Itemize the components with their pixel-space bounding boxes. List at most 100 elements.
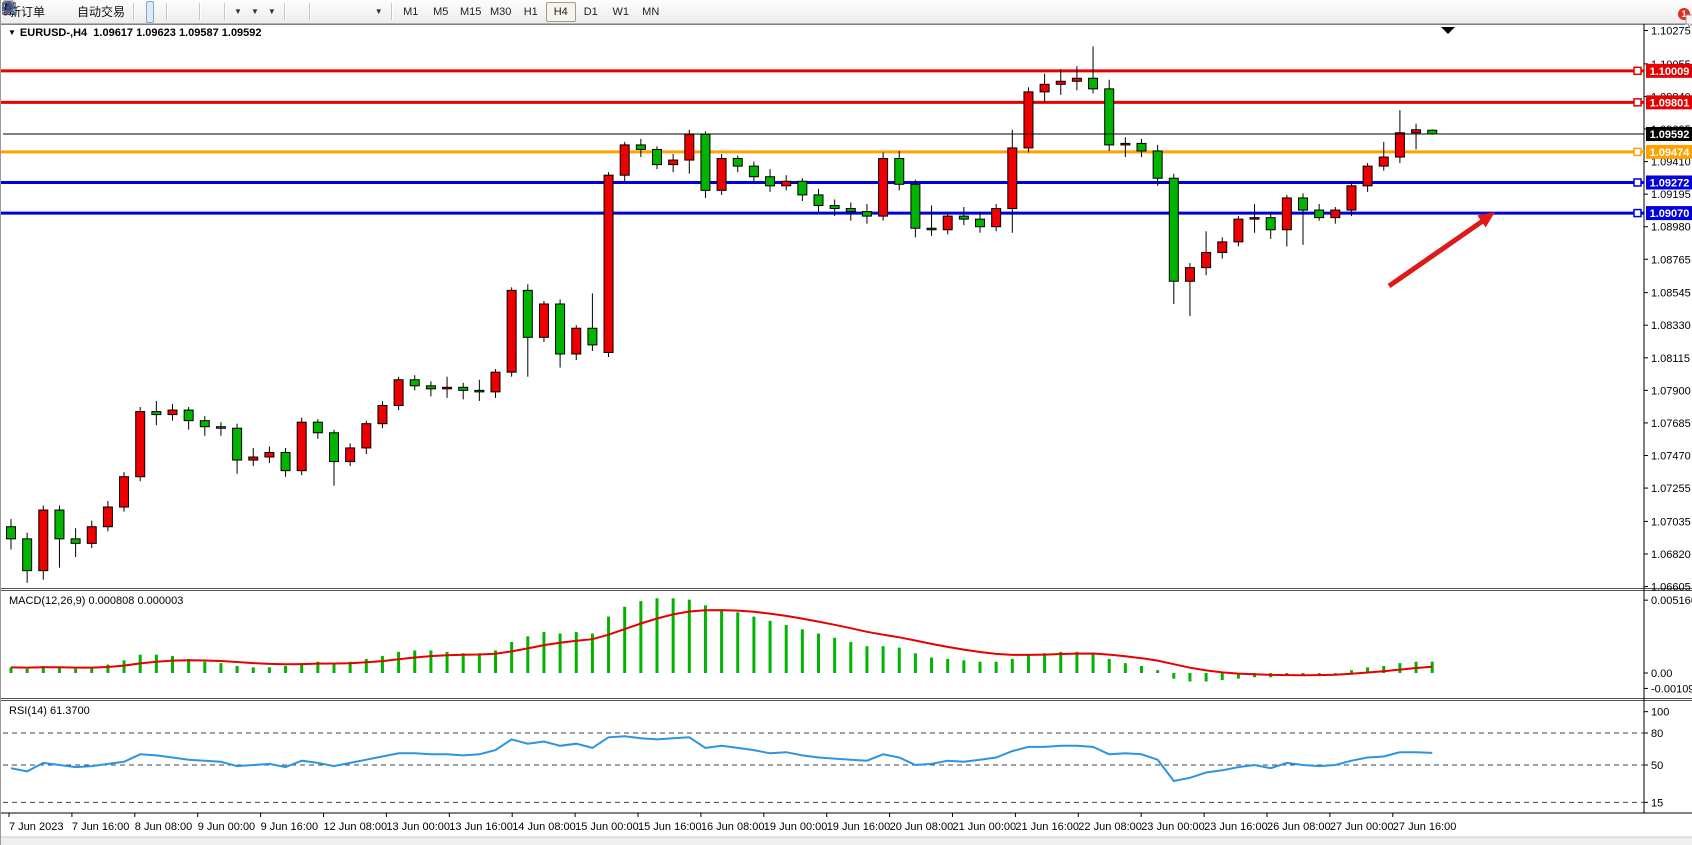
auto-trading-button[interactable]: 自动交易	[73, 1, 129, 23]
chevron-down-icon: ▼	[251, 7, 259, 16]
svg-text:1.09801: 1.09801	[1650, 97, 1690, 109]
gold-bar-button[interactable]	[49, 1, 57, 23]
svg-text:1.10009: 1.10009	[1650, 66, 1690, 78]
svg-text:0.005166: 0.005166	[1651, 595, 1692, 607]
ohlc-high: 1.09623	[136, 27, 176, 39]
zoom-out-button[interactable]	[179, 1, 187, 23]
svg-text:1.06605: 1.06605	[1651, 582, 1691, 594]
candlestick-mode-button[interactable]	[146, 1, 154, 23]
svg-text:80: 80	[1651, 728, 1663, 740]
rsi-indicator-label: RSI(14) 61.3700	[9, 705, 90, 717]
chart-window-button[interactable]	[57, 1, 65, 23]
svg-text:0.00: 0.00	[1651, 668, 1672, 680]
indicators-button[interactable]: ▼	[229, 1, 246, 23]
tile-windows-button[interactable]	[187, 1, 195, 23]
svg-text:16 Jun 08:00: 16 Jun 08:00	[701, 821, 765, 833]
text-label-tool-button[interactable]: T	[362, 1, 370, 23]
timeframe-button-M5[interactable]: M5	[426, 2, 456, 22]
symbol-period: EURUSD-,H4	[20, 27, 87, 39]
crosshair-tool-button[interactable]	[297, 1, 305, 23]
svg-text:50: 50	[1651, 760, 1663, 772]
channel-tool-button[interactable]: E	[338, 1, 346, 23]
toolbar-separator	[224, 3, 225, 20]
svg-text:1.09592: 1.09592	[1650, 129, 1690, 141]
toolbar-separator	[166, 3, 167, 20]
toolbar-separator	[284, 3, 285, 20]
chart-canvas[interactable]: 1.102751.100551.098401.096251.094101.091…	[1, 0, 1692, 845]
ohlc-low: 1.09587	[179, 27, 219, 39]
svg-text:13 Jun 00:00: 13 Jun 00:00	[386, 821, 450, 833]
svg-text:1.09195: 1.09195	[1651, 189, 1691, 201]
timeframe-button-M30[interactable]: M30	[486, 2, 516, 22]
toolbar-separator	[309, 3, 310, 20]
templates-button[interactable]: ▼	[263, 1, 280, 23]
svg-text:1.09474: 1.09474	[1650, 147, 1691, 159]
timeframe-button-H4[interactable]: H4	[546, 2, 576, 22]
chart-title: ▼EURUSD-,H4 1.09617 1.09623 1.09587 1.09…	[8, 27, 262, 39]
svg-text:1.07470: 1.07470	[1651, 451, 1691, 463]
timeframe-button-MN[interactable]: MN	[636, 2, 666, 22]
svg-text:13 Jun 16:00: 13 Jun 16:00	[449, 821, 513, 833]
svg-text:15 Jun 00:00: 15 Jun 00:00	[575, 821, 639, 833]
svg-text:1.07900: 1.07900	[1651, 385, 1691, 397]
vertical-line-tool-button[interactable]	[314, 1, 322, 23]
svg-text:1.09272: 1.09272	[1650, 177, 1690, 189]
svg-text:9 Jun 00:00: 9 Jun 00:00	[198, 821, 256, 833]
chart-shift-button[interactable]	[212, 1, 220, 23]
timeframe-button-D1[interactable]: D1	[576, 2, 606, 22]
rsi-name: RSI(14)	[9, 705, 47, 717]
signal-button[interactable]	[65, 1, 73, 23]
timeframe-button-M1[interactable]: M1	[396, 2, 426, 22]
toolbar-separator	[133, 3, 134, 20]
svg-text:19 Jun 16:00: 19 Jun 16:00	[827, 821, 891, 833]
svg-text:15: 15	[1651, 797, 1663, 809]
macd-name: MACD(12,26,9)	[9, 595, 85, 607]
chevron-down-icon: ▼	[375, 7, 383, 16]
zoom-in-button[interactable]	[171, 1, 179, 23]
svg-text:21 Jun 16:00: 21 Jun 16:00	[1015, 821, 1079, 833]
auto-trading-label: 自动交易	[77, 3, 125, 20]
periods-button[interactable]: ▼	[246, 1, 263, 23]
svg-text:19 Jun 00:00: 19 Jun 00:00	[764, 821, 828, 833]
svg-text:22 Jun 08:00: 22 Jun 08:00	[1078, 821, 1142, 833]
timeframe-group: M1M5M15M30H1H4D1W1MN	[396, 2, 666, 22]
horizontal-line-tool-button[interactable]	[322, 1, 330, 23]
svg-text:1.08980: 1.08980	[1651, 222, 1691, 234]
svg-text:1.06820: 1.06820	[1651, 549, 1691, 561]
svg-text:1.07685: 1.07685	[1651, 418, 1691, 430]
bar-chart-mode-button[interactable]	[138, 1, 146, 23]
svg-text:1.08545: 1.08545	[1651, 288, 1691, 300]
svg-text:23 Jun 00:00: 23 Jun 00:00	[1141, 821, 1205, 833]
toolbar-separator	[391, 3, 392, 20]
ohlc-close: 1.09592	[222, 27, 262, 39]
timeframe-button-H1[interactable]: H1	[516, 2, 546, 22]
svg-text:1.08115: 1.08115	[1651, 353, 1690, 365]
search-icon[interactable]	[1, 0, 18, 17]
svg-text:1.07255: 1.07255	[1651, 483, 1691, 495]
svg-text:27 Jun 00:00: 27 Jun 00:00	[1330, 821, 1394, 833]
rsi-value: 61.3700	[50, 705, 90, 717]
svg-text:9 Jun 16:00: 9 Jun 16:00	[261, 821, 319, 833]
dropdown-triangle-icon: ▼	[8, 28, 16, 37]
arrows-tool-button[interactable]: ▼	[370, 1, 387, 23]
text-tool-button[interactable]: A	[354, 1, 362, 23]
svg-text:7 Jun 2023: 7 Jun 2023	[9, 821, 63, 833]
timeframe-button-M15[interactable]: M15	[456, 2, 486, 22]
current-price-badge: 1.09592	[1646, 127, 1692, 141]
svg-text:27 Jun 16:00: 27 Jun 16:00	[1393, 821, 1457, 833]
svg-text:7 Jun 16:00: 7 Jun 16:00	[72, 821, 129, 833]
svg-text:21 Jun 00:00: 21 Jun 00:00	[953, 821, 1017, 833]
line-chart-mode-button[interactable]	[154, 1, 162, 23]
cursor-tool-button[interactable]	[289, 1, 297, 23]
timeframe-button-W1[interactable]: W1	[606, 2, 636, 22]
svg-text:8 Jun 08:00: 8 Jun 08:00	[135, 821, 193, 833]
svg-text:-0.001095: -0.001095	[1651, 683, 1692, 695]
chevron-down-icon: ▼	[268, 7, 276, 16]
trendline-tool-button[interactable]	[330, 1, 338, 23]
svg-text:1.08765: 1.08765	[1651, 254, 1691, 266]
svg-text:1.09070: 1.09070	[1650, 208, 1690, 220]
auto-scroll-button[interactable]	[204, 1, 212, 23]
svg-text:12 Jun 08:00: 12 Jun 08:00	[324, 821, 388, 833]
chevron-down-icon: ▼	[234, 7, 242, 16]
fibonacci-tool-button[interactable]: F	[346, 1, 354, 23]
